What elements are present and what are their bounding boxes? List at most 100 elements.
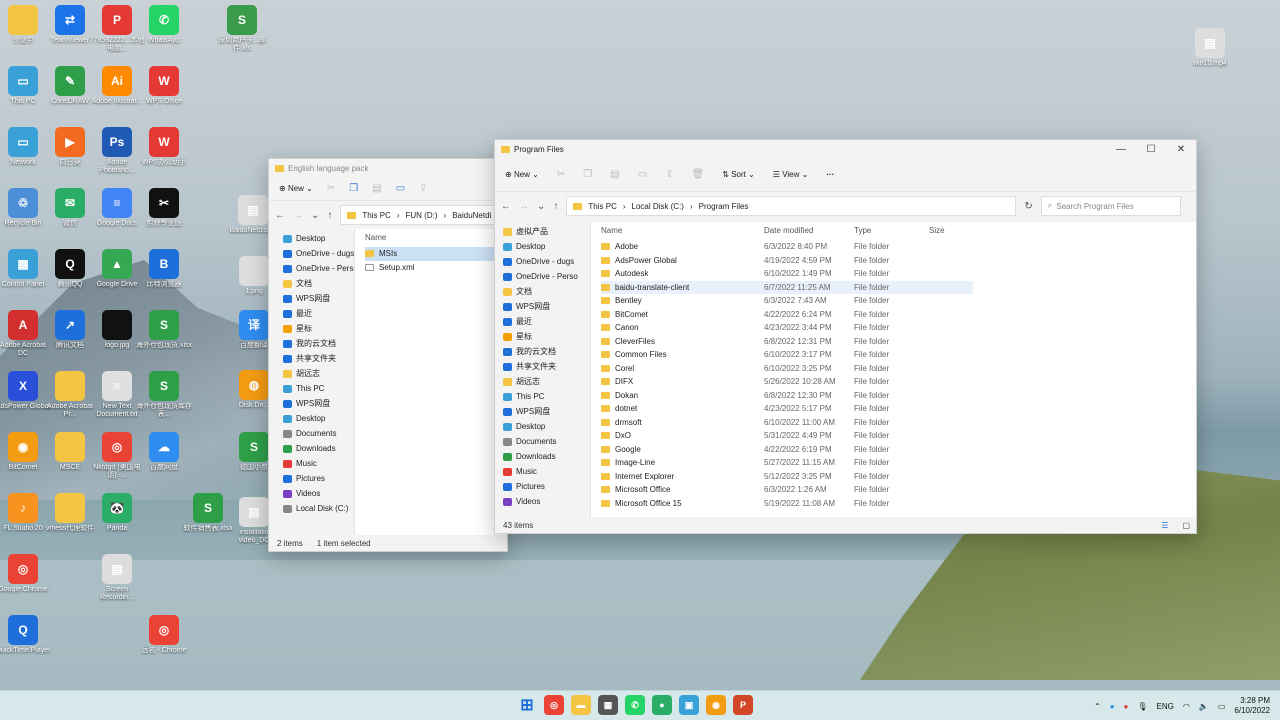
view-button[interactable]: ☰ View ⌄ bbox=[773, 170, 809, 179]
file-row[interactable]: dotnet 4/23/2022 5:17 PM File folder bbox=[601, 402, 973, 416]
cut-icon[interactable]: ✂ bbox=[327, 183, 335, 194]
breadcrumb-item[interactable]: Program Files bbox=[699, 202, 749, 211]
desktop-icon[interactable]: ✂ 剪映专业版 bbox=[136, 188, 192, 228]
forward-arrow-icon[interactable]: → bbox=[293, 210, 303, 221]
desktop-icon[interactable]: Q QuickTime Player bbox=[0, 615, 51, 655]
breadcrumb-item[interactable]: BaiduNetdi bbox=[452, 211, 491, 220]
desktop-icon[interactable]: S 海外仓包现货库存表... bbox=[136, 371, 192, 419]
volume-icon[interactable]: 🔈 bbox=[1199, 702, 1209, 711]
file-row[interactable]: Autodesk 6/10/2022 1:49 PM File folder bbox=[601, 267, 973, 281]
clock[interactable]: 3:28 PM 6/10/2022 bbox=[1234, 696, 1270, 716]
column-header-name[interactable]: Name bbox=[601, 226, 764, 235]
maximize-button[interactable]: ☐ bbox=[1136, 144, 1166, 155]
nav-item[interactable]: This PC bbox=[503, 389, 590, 404]
title-bar[interactable]: English language pack bbox=[269, 159, 507, 177]
file-row[interactable]: baidu-translate-client 6/7/2022 11:25 AM F… bbox=[601, 280, 973, 294]
microphone-icon[interactable]: 🎙 bbox=[1137, 702, 1147, 711]
column-header-type[interactable]: Type bbox=[854, 226, 929, 235]
taskbar-start-icon[interactable]: ⊞ bbox=[517, 695, 537, 715]
nav-item[interactable]: 最近 bbox=[283, 306, 354, 321]
nav-item[interactable]: Documents bbox=[503, 434, 590, 449]
copy-icon[interactable]: ❐ bbox=[349, 183, 358, 194]
taskbar-file-explorer-icon[interactable]: ▬ bbox=[571, 695, 591, 715]
nav-item[interactable]: OneDrive - dugs bbox=[283, 246, 354, 261]
nav-item[interactable]: Downloads bbox=[283, 441, 354, 456]
column-header-date[interactable]: Date modified bbox=[764, 226, 854, 235]
wifi-icon[interactable]: ◠ bbox=[1183, 702, 1190, 711]
tiles-view-icon[interactable]: ▢ bbox=[1182, 521, 1190, 530]
desktop-icon[interactable]: ◎ Google Chrome bbox=[0, 554, 51, 594]
forward-arrow-icon[interactable]: → bbox=[519, 201, 529, 212]
up-arrow-icon[interactable]: ↑ bbox=[327, 210, 332, 221]
address-bar[interactable]: This PC › FUN (D:) › BaiduNetdi bbox=[340, 205, 501, 225]
nav-item[interactable]: WPS网盘 bbox=[503, 299, 590, 314]
breadcrumb-item[interactable]: This PC bbox=[362, 211, 390, 220]
file-row[interactable]: Corel 6/10/2022 3:25 PM File folder bbox=[601, 362, 973, 376]
file-row[interactable]: Microsoft Office 15 5/19/2022 11:08 AM Fil… bbox=[601, 497, 973, 511]
chevron-down-icon[interactable]: ⌄ bbox=[537, 201, 545, 212]
nav-item[interactable]: Music bbox=[283, 456, 354, 471]
column-header-size[interactable]: Size bbox=[929, 226, 979, 235]
file-row[interactable]: drmsoft 6/10/2022 11:00 AM File folder bbox=[601, 416, 973, 430]
taskbar-powerpoint-icon[interactable]: P bbox=[733, 695, 753, 715]
nav-item[interactable]: 文档 bbox=[283, 276, 354, 291]
explorer-window-program-files[interactable]: Program Files — ☐ ✕ ⊕ New ⌄ ✂ ❐ ▤ ▭ ⇪ 🗑 … bbox=[494, 139, 1197, 534]
desktop-icon[interactable]: ☁ 百度网盘 bbox=[136, 432, 192, 472]
taskbar-photos-icon[interactable]: ▣ bbox=[679, 695, 699, 715]
rename-icon[interactable]: ▭ bbox=[396, 183, 405, 194]
nav-item[interactable]: Pictures bbox=[283, 471, 354, 486]
nav-item[interactable]: 共享文件夹 bbox=[503, 359, 590, 374]
language-indicator[interactable]: ENG bbox=[1157, 702, 1174, 711]
nav-item[interactable]: 星标 bbox=[283, 321, 354, 336]
breadcrumb-item[interactable]: Local Disk (C:) bbox=[632, 202, 684, 211]
paste-icon[interactable]: ▤ bbox=[372, 183, 381, 194]
breadcrumb-item[interactable]: FUN (D:) bbox=[406, 211, 438, 220]
title-bar[interactable]: Program Files — ☐ ✕ bbox=[495, 140, 1196, 158]
nav-item[interactable]: Local Disk (C:) bbox=[283, 501, 354, 516]
file-row[interactable]: Canon 4/23/2022 3:44 PM File folder bbox=[601, 321, 973, 335]
up-arrow-icon[interactable]: ↑ bbox=[553, 201, 558, 212]
minimize-button[interactable]: — bbox=[1106, 144, 1136, 155]
taskbar-bitcomet-icon[interactable]: ◉ bbox=[706, 695, 726, 715]
back-arrow-icon[interactable]: ← bbox=[501, 201, 511, 212]
file-row[interactable]: Adobe 6/3/2022 8:40 PM File folder bbox=[601, 240, 973, 254]
file-row[interactable]: Setup.xml bbox=[365, 261, 507, 275]
close-button[interactable]: ✕ bbox=[1166, 144, 1196, 155]
file-row[interactable]: CleverFiles 6/8/2022 12:31 PM File folder bbox=[601, 335, 973, 349]
more-options-button[interactable]: ··· bbox=[826, 170, 834, 179]
file-row[interactable]: Dokan 6/8/2022 12:30 PM File folder bbox=[601, 389, 973, 403]
taskbar-whatsapp-icon[interactable]: ✆ bbox=[625, 695, 645, 715]
file-row[interactable]: Microsoft Office 6/3/2022 1:26 AM File fol… bbox=[601, 483, 973, 497]
paste-icon[interactable]: ▤ bbox=[610, 169, 619, 180]
nav-item[interactable]: 胡远志 bbox=[503, 374, 590, 389]
column-header-name[interactable]: Name bbox=[365, 229, 507, 247]
nav-item[interactable]: OneDrive - Perso bbox=[283, 261, 354, 276]
nav-item[interactable]: Documents bbox=[283, 426, 354, 441]
nav-item[interactable]: Videos bbox=[503, 494, 590, 509]
taskbar-chrome-icon[interactable]: ◎ bbox=[544, 695, 564, 715]
new-button[interactable]: ⊕ New ⌄ bbox=[279, 184, 313, 193]
file-row[interactable]: Internet Explorer 5/12/2022 3:25 PM File f… bbox=[601, 470, 973, 484]
back-arrow-icon[interactable]: ← bbox=[275, 210, 285, 221]
refresh-icon[interactable]: ↻ bbox=[1024, 201, 1032, 212]
nav-item[interactable]: 星标 bbox=[503, 329, 590, 344]
delete-icon[interactable]: 🗑 bbox=[692, 169, 705, 180]
app-tray-icon[interactable]: ● bbox=[1110, 702, 1115, 711]
nav-item[interactable]: 共享文件夹 bbox=[283, 351, 354, 366]
search-box[interactable]: ⌕ Search Program Files bbox=[1040, 196, 1181, 216]
desktop-icon[interactable]: B 比特浏览器 bbox=[136, 249, 192, 289]
nav-item[interactable]: 胡远志 bbox=[283, 366, 354, 381]
desktop-icon[interactable]: ▤ Screen Recordin... bbox=[89, 554, 145, 602]
nav-item[interactable]: 我的云文档 bbox=[283, 336, 354, 351]
file-row[interactable]: DxO 5/31/2022 4:49 PM File folder bbox=[601, 429, 973, 443]
taskbar-panda-icon[interactable]: ● bbox=[652, 695, 672, 715]
nav-item[interactable]: This PC bbox=[283, 381, 354, 396]
nav-item[interactable]: OneDrive - Perso bbox=[503, 269, 590, 284]
nav-item[interactable]: Desktop bbox=[283, 411, 354, 426]
rename-icon[interactable]: ▭ bbox=[638, 169, 647, 180]
nav-item[interactable]: Desktop bbox=[503, 239, 590, 254]
desktop-icon[interactable]: 🐼 Panda bbox=[89, 493, 145, 533]
file-row[interactable]: BitComet 4/22/2022 6:24 PM File folder bbox=[601, 308, 973, 322]
share-icon[interactable]: ⇪ bbox=[419, 183, 427, 194]
breadcrumb-item[interactable]: This PC bbox=[588, 202, 616, 211]
